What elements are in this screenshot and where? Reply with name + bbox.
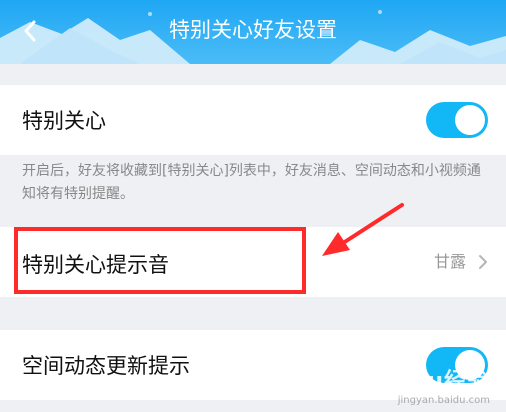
watermark-brand: Baidu经验 bbox=[368, 369, 490, 394]
annotation-arrow-icon bbox=[322, 203, 404, 256]
watermark-url: jingyan.baidu.com bbox=[397, 395, 490, 406]
watermark: Baidu经验 jingyan.baidu.com bbox=[368, 363, 490, 406]
